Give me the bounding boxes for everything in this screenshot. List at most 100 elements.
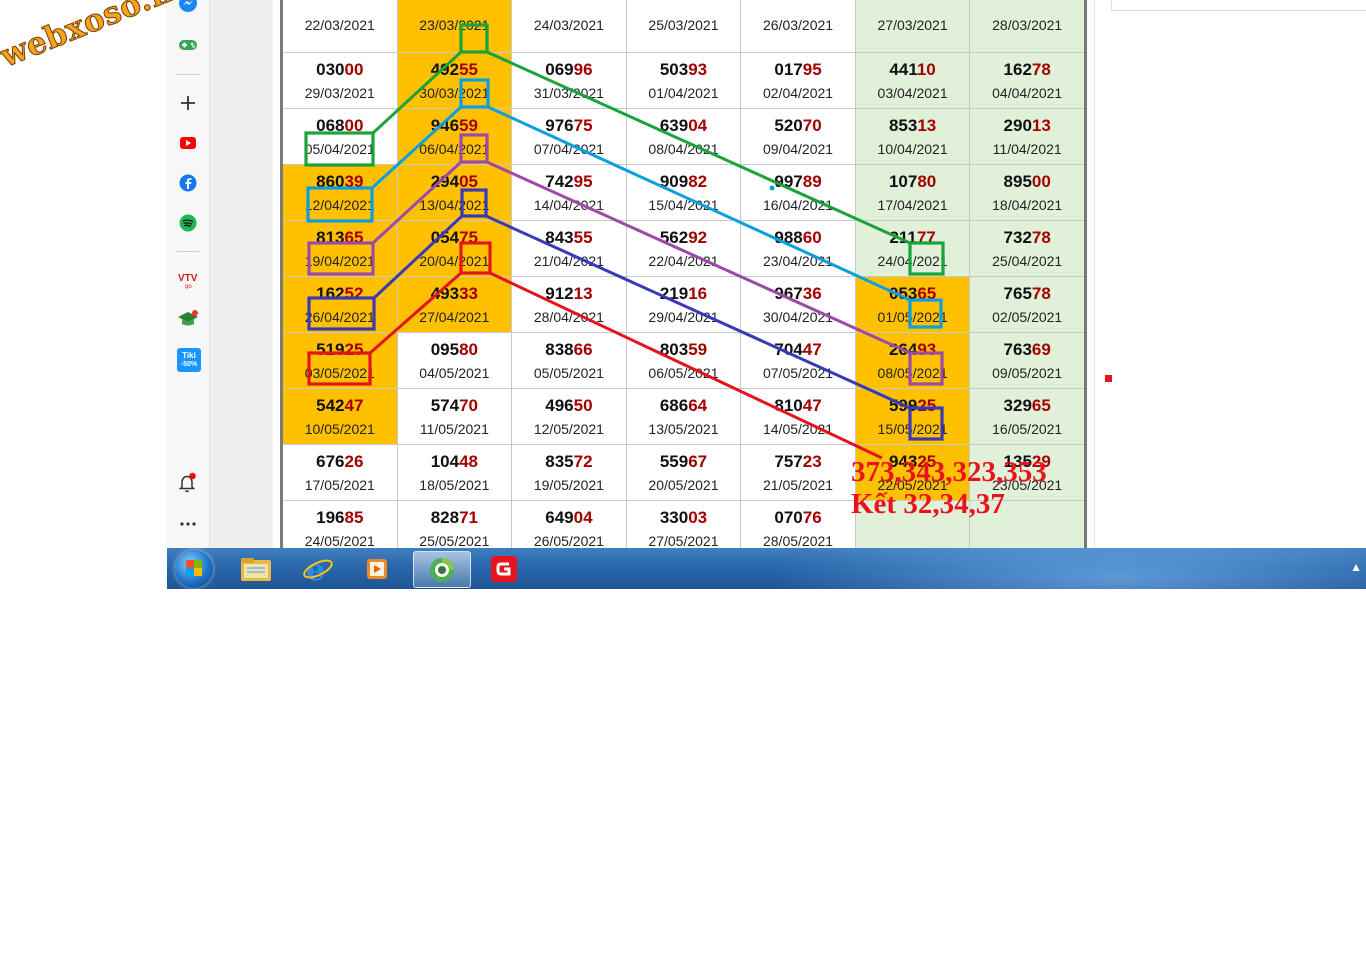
number-tail: 78 bbox=[1031, 283, 1051, 303]
vtv-go-icon[interactable]: VTV go bbox=[177, 268, 199, 290]
result-date: 04/04/2021 bbox=[992, 84, 1063, 101]
result-number: 76578 bbox=[970, 284, 1084, 304]
number-head: 503 bbox=[659, 59, 689, 79]
number-tail: 50 bbox=[573, 395, 593, 415]
file-explorer-icon[interactable] bbox=[228, 551, 284, 586]
games-icon[interactable] bbox=[177, 34, 199, 56]
number-tail: 93 bbox=[688, 59, 708, 79]
number-head: 732 bbox=[1003, 227, 1032, 247]
internet-explorer-icon[interactable]: e bbox=[290, 551, 346, 586]
result-number: 80359 bbox=[627, 340, 741, 360]
number-head: 757 bbox=[774, 451, 803, 471]
result-date: 30/03/2021 bbox=[419, 84, 490, 101]
windows-start-icon[interactable] bbox=[175, 550, 213, 588]
result-cell: 96736 30/04/2021 bbox=[740, 276, 856, 333]
number-head: 843 bbox=[545, 227, 574, 247]
coccoc-browser-icon[interactable] bbox=[413, 551, 471, 588]
tray-arrow-icon[interactable]: ▲ bbox=[1350, 560, 1362, 574]
number-tail: 23 bbox=[802, 451, 822, 471]
garena-icon[interactable] bbox=[476, 551, 532, 586]
result-number: 54247 bbox=[283, 396, 397, 416]
number-tail: 00 bbox=[344, 115, 364, 135]
result-date: 05/05/2021 bbox=[533, 364, 604, 381]
page-gutter bbox=[209, 0, 273, 548]
result-number: 74295 bbox=[512, 172, 626, 192]
result-date: 25/03/2021 bbox=[648, 16, 719, 33]
result-date: 29/04/2021 bbox=[648, 308, 719, 325]
result-number: 07076 bbox=[741, 508, 855, 528]
number-tail: 92 bbox=[688, 227, 708, 247]
number-tail: 03 bbox=[688, 507, 708, 527]
result-cell: 51925 03/05/2021 bbox=[281, 332, 398, 389]
result-cell: 73278 25/04/2021 bbox=[969, 220, 1086, 277]
number-tail: 59 bbox=[688, 339, 708, 359]
result-date: 27/03/2021 bbox=[877, 16, 948, 33]
result-number: 03000 bbox=[283, 60, 397, 80]
result-date: 03/04/2021 bbox=[877, 84, 948, 101]
number-head: 803 bbox=[659, 339, 689, 359]
result-date: 27/04/2021 bbox=[419, 308, 490, 325]
result-cell: 21916 29/04/2021 bbox=[625, 276, 742, 333]
result-date: 07/04/2021 bbox=[533, 140, 604, 157]
result-date: 24/05/2021 bbox=[304, 532, 375, 549]
result-number: 32965 bbox=[970, 396, 1084, 416]
result-cell: 05475 20/04/2021 bbox=[396, 220, 513, 277]
result-date: 31/03/2021 bbox=[533, 84, 604, 101]
number-head: 574 bbox=[430, 395, 460, 415]
number-head: 054 bbox=[430, 227, 460, 247]
result-number: 86039 bbox=[283, 172, 397, 192]
number-tail: 67 bbox=[688, 451, 708, 471]
facebook-icon[interactable] bbox=[177, 172, 199, 194]
result-number: 83866 bbox=[512, 340, 626, 360]
result-number: 85313 bbox=[856, 116, 970, 136]
result-cell: 89500 18/04/2021 bbox=[969, 164, 1086, 221]
graduation-cap-icon[interactable] bbox=[177, 308, 199, 330]
number-head: 070 bbox=[774, 507, 803, 527]
result-number: 49650 bbox=[512, 396, 626, 416]
result-date: 30/04/2021 bbox=[762, 308, 834, 325]
table-row: 06800 05/04/2021 94659 06/04/2021 97675 07/04… bbox=[281, 108, 1086, 165]
number-tail: 00 bbox=[344, 59, 364, 79]
svg-text:e: e bbox=[306, 554, 325, 584]
result-date: 21/04/2021 bbox=[533, 252, 604, 269]
result-cell: 06800 05/04/2021 bbox=[281, 108, 398, 165]
svg-text:go: go bbox=[185, 284, 192, 289]
result-cell: 16252 26/04/2021 bbox=[281, 276, 398, 333]
number-tail: 71 bbox=[459, 507, 478, 527]
result-cell: 74295 14/04/2021 bbox=[511, 164, 627, 221]
number-tail: 76 bbox=[802, 507, 822, 527]
result-date: 29/03/2021 bbox=[304, 84, 375, 101]
number-tail: 65 bbox=[344, 227, 364, 247]
tiki-icon[interactable]: Tiki -50% bbox=[177, 348, 201, 372]
result-number: 98860 bbox=[741, 228, 855, 248]
result-date: 02/04/2021 bbox=[762, 84, 834, 101]
result-cell: 80359 06/05/2021 bbox=[625, 332, 742, 389]
result-number: 05365 bbox=[856, 284, 970, 304]
result-date: 26/03/2021 bbox=[762, 16, 834, 33]
result-number: 44110 bbox=[856, 60, 970, 80]
result-date: 23/03/2021 bbox=[419, 16, 490, 33]
result-number: 01795 bbox=[741, 60, 855, 80]
table-row: 51925 03/05/2021 09580 04/05/2021 83866 05/05… bbox=[281, 332, 1086, 389]
media-player-icon[interactable] bbox=[350, 551, 406, 586]
result-date: 13/05/2021 bbox=[648, 420, 719, 437]
add-icon[interactable] bbox=[177, 92, 199, 114]
result-number: 57470 bbox=[398, 396, 512, 416]
number-tail: 55 bbox=[573, 227, 593, 247]
result-cell: 01795 02/04/2021 bbox=[740, 52, 856, 109]
number-head: 520 bbox=[774, 115, 803, 135]
number-head: 909 bbox=[659, 171, 689, 191]
more-icon[interactable] bbox=[177, 513, 199, 535]
result-date: 20/05/2021 bbox=[648, 476, 719, 493]
number-head: 763 bbox=[1003, 339, 1032, 359]
number-tail: 26 bbox=[344, 451, 364, 471]
youtube-icon[interactable] bbox=[177, 132, 199, 154]
result-date: 14/05/2021 bbox=[762, 420, 834, 437]
spotify-icon[interactable] bbox=[177, 212, 199, 234]
bell-icon[interactable] bbox=[177, 472, 199, 494]
result-cell: 16278 04/04/2021 bbox=[969, 52, 1086, 109]
result-cell: 91213 28/04/2021 bbox=[511, 276, 627, 333]
number-head: 219 bbox=[659, 283, 689, 303]
number-head: 765 bbox=[1003, 283, 1032, 303]
number-tail: 25 bbox=[917, 395, 937, 415]
